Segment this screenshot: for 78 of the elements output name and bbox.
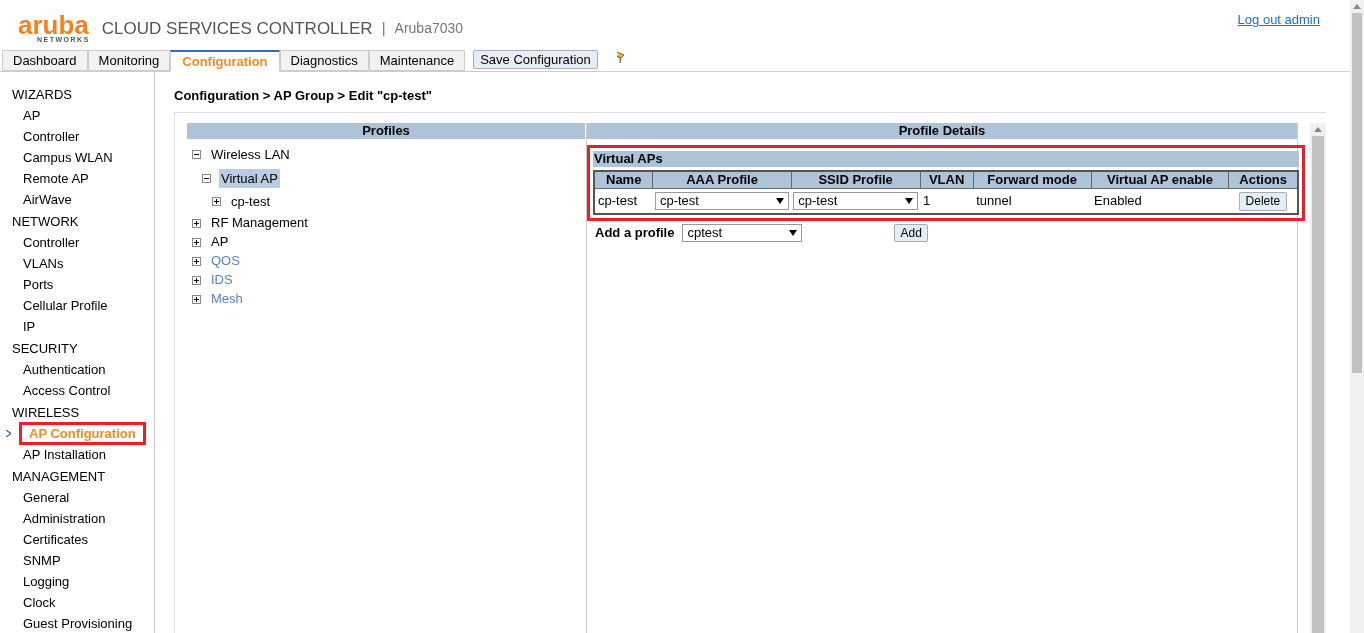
collapse-icon[interactable] [202,173,211,183]
sidebar-section-title: SECURITY [12,340,79,358]
column-header: SSID Profile [791,171,921,188]
sidebar-item[interactable]: Campus WLAN [19,149,117,166]
expand-icon[interactable] [192,218,201,228]
tree-item[interactable]: RF Management [209,213,310,233]
sidebar-section-title: WIRELESS [12,404,81,422]
table-cell: Enabled [1094,193,1142,208]
logout-link[interactable]: Log out admin [1237,10,1320,30]
table-cell: cp-test [598,193,637,208]
sidebar-section-title: WIZARDS [12,86,73,104]
sidebar-item[interactable]: AP Installation [19,446,110,463]
expand-icon[interactable] [212,197,221,207]
add-button[interactable]: Add [894,223,928,242]
sidebar-section-title: MANAGEMENT [12,468,107,486]
sidebar-item[interactable]: Remote AP [19,170,93,187]
sidebar-item[interactable]: AirWave [19,191,76,208]
section-title: Virtual APs [593,151,1299,167]
sidebar-item[interactable]: Guest Provisioning [19,615,137,632]
profile-select[interactable]: cp-test [654,191,790,210]
title-separator: | [381,18,386,38]
tree-item[interactable]: Wireless LAN [209,145,292,165]
dropdown-arrow-icon [905,197,914,204]
column-header: Forward mode [973,171,1091,188]
expand-icon[interactable] [192,237,201,247]
column-header: VLAN [920,171,974,188]
tree-item[interactable]: cp-test [229,192,272,212]
table-cell: 1 [923,193,931,208]
scrollbar[interactable] [1310,123,1326,633]
scroll-up-arrow-icon[interactable] [1314,127,1322,132]
tree-item[interactable]: IDS [209,270,235,290]
sidebar-item[interactable]: Logging [19,573,74,590]
sidebar-item[interactable]: SNMP [19,552,65,569]
table-cell: tunnel [976,193,1012,208]
sidebar-item[interactable]: Authentication [19,361,110,378]
profile-select[interactable]: cp-test [793,191,919,210]
save-configuration-button[interactable]: Save Configuration [473,50,598,69]
tab[interactable]: Monitoring [87,50,171,71]
dropdown-arrow-icon [776,197,785,204]
collapse-icon[interactable] [192,150,201,160]
page-scrollbar[interactable] [1350,0,1364,633]
sidebar-item[interactable]: Clock [19,594,60,611]
tab[interactable]: Maintenance [368,50,466,71]
tree-item[interactable]: AP [209,232,231,252]
sidebar-item[interactable]: IP [19,318,40,335]
column-header: Virtual AP enable [1091,171,1229,188]
sidebar-item[interactable]: AP [19,107,45,124]
sidebar-item[interactable]: Certificates [19,531,93,548]
sidebar-item[interactable]: General [19,489,74,506]
sidebar-item[interactable]: VLANs [19,255,68,272]
expand-icon[interactable] [192,256,201,266]
sidebar-item[interactable]: Ports [19,276,58,293]
tree-item[interactable]: Virtual AP [219,168,280,188]
sidebar-section-title: NETWORK [12,213,80,231]
tab[interactable]: Dashboard [2,50,88,71]
tree-item[interactable]: Mesh [209,289,245,309]
scroll-up-arrow-icon[interactable] [1353,4,1361,9]
expand-icon[interactable] [192,275,201,285]
dropdown-arrow-icon [789,229,798,236]
tree-item[interactable]: QOS [209,251,242,271]
profiles-header: Profiles [187,123,585,139]
sidebar-item[interactable]: Cellular Profile [19,297,112,314]
sidebar-item[interactable]: Controller [19,234,84,251]
sidebar-item[interactable]: Controller [19,128,84,145]
sidebar-item[interactable]: Administration [19,510,110,527]
breadcrumb: Configuration > AP Group > Edit "cp-test" [174,87,433,105]
expand-icon[interactable] [192,294,201,304]
selection-marker-icon [6,430,11,437]
add-profile-label: Add a profile [595,224,675,242]
column-header: AAA Profile [652,171,792,188]
delete-button[interactable]: Delete [1238,191,1288,211]
device-name: Aruba7030 [394,19,464,38]
tab[interactable]: Diagnostics [279,50,369,71]
sidebar-item[interactable]: Access Control [19,382,115,399]
profile-select[interactable]: cptest [682,223,803,242]
profile-details-header: Profile Details [587,123,1297,139]
app-title: CLOUD SERVICES CONTROLLER [101,18,373,40]
column-header: Name [594,171,653,188]
